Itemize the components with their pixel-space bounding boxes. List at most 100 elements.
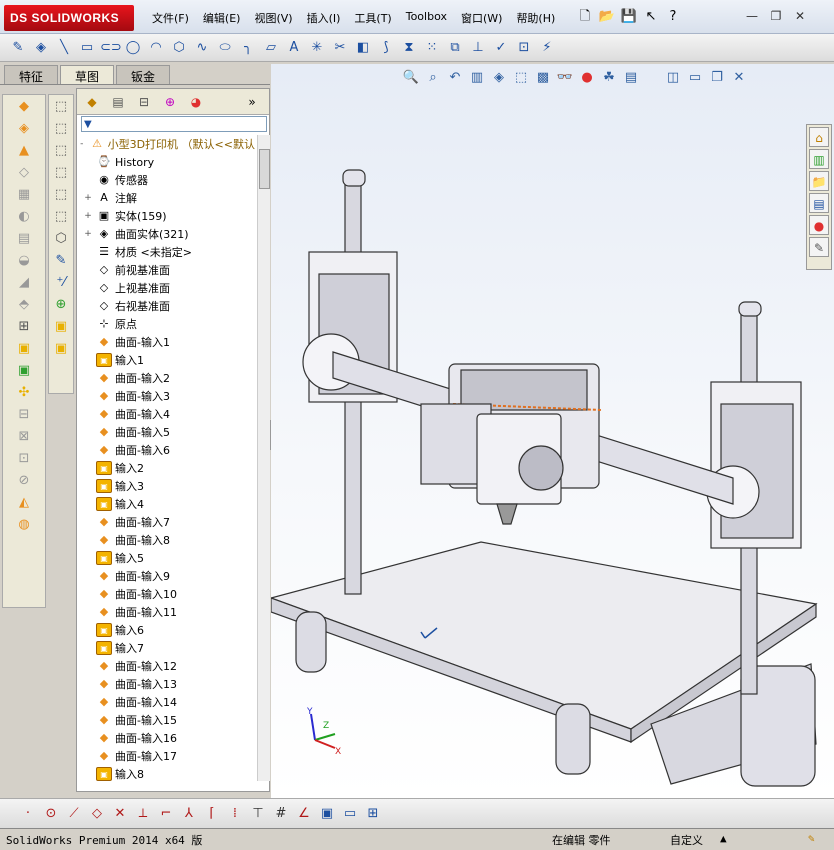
trim-surface-icon[interactable]: ▣ xyxy=(14,361,34,381)
ruled-surface-icon[interactable]: ◢ xyxy=(14,273,34,293)
smart-dimension-icon[interactable]: ◈ xyxy=(31,38,51,58)
repair-sketch-icon[interactable]: ✓ xyxy=(491,38,511,58)
tree-item[interactable]: ◇ 右视基准面 xyxy=(77,297,255,315)
tree-scrollbar[interactable] xyxy=(257,135,270,781)
centerline-icon[interactable]: ⁞ xyxy=(225,804,245,824)
cube-view-3-icon[interactable]: ⬚ xyxy=(51,141,71,161)
expand-toggle[interactable]: + xyxy=(83,193,93,203)
solidworks-logo[interactable]: DS SOLIDWORKS xyxy=(4,5,134,31)
expand-toggle[interactable]: + xyxy=(83,211,93,221)
cube-view-4-icon[interactable]: ⬚ xyxy=(51,163,71,183)
graphics-area[interactable]: 🔍 ⌕ ↶ ▥ ◈ ⬚ ▩ 👓 ● ☘ ▤ ◫ ▭ ❐ ✕ Y Z X xyxy=(271,64,834,798)
corner-rectangle-icon[interactable]: ⌈ xyxy=(202,804,222,824)
tree-item[interactable]: ◆ 曲面-输入15 xyxy=(77,711,255,729)
knit-surface-icon[interactable]: ▣ xyxy=(14,339,34,359)
slot-icon[interactable]: ⊂⊃ xyxy=(100,38,122,58)
point-icon[interactable]: ✳ xyxy=(307,38,327,58)
cube-view-2-icon[interactable]: ⬚ xyxy=(51,119,71,139)
model-canvas[interactable]: Y Z X xyxy=(271,64,834,798)
tree-item[interactable]: ◆ 曲面-输入3 xyxy=(77,387,255,405)
save-icon[interactable]: 💾 xyxy=(619,7,639,27)
tree-item[interactable]: ⊹ 原点 xyxy=(77,315,255,333)
menu-help[interactable]: 帮助(H) xyxy=(510,8,561,28)
tree-item[interactable]: + ◈ 曲面实体(321) xyxy=(77,225,255,243)
planar-surface-icon[interactable]: ▤ xyxy=(14,229,34,249)
offset-surface-icon[interactable]: ◒ xyxy=(14,251,34,271)
offset-icon[interactable]: ⟆ xyxy=(376,38,396,58)
tangent-icon[interactable]: ◇ xyxy=(87,804,107,824)
edit-sketch-icon[interactable]: ✎ xyxy=(51,251,71,271)
tree-item[interactable]: ◆ 曲面-输入9 xyxy=(77,567,255,585)
tree-item[interactable]: ◆ 曲面-输入14 xyxy=(77,693,255,711)
tree-item[interactable]: ⌚ History xyxy=(77,153,255,171)
tree-item[interactable]: ◇ 前视基准面 xyxy=(77,261,255,279)
tree-item[interactable]: ◆ 曲面-输入17 xyxy=(77,747,255,765)
rapid-sketch-icon[interactable]: ⚡ xyxy=(537,38,557,58)
cube-view-icon[interactable]: ⬚ xyxy=(51,97,71,117)
tree-item[interactable]: ▣ 输入1 xyxy=(77,351,255,369)
scrollbar-thumb[interactable] xyxy=(259,149,270,189)
perpendicular-icon[interactable]: ⟂ xyxy=(133,804,153,824)
thicken-icon[interactable]: ⊞ xyxy=(14,317,34,337)
open-icon[interactable]: 📂 xyxy=(597,7,617,27)
feature-filter-input[interactable]: ▼ xyxy=(81,116,267,132)
move-entities-icon[interactable]: ⧉ xyxy=(445,38,465,58)
units-dropdown-icon[interactable]: ▲ xyxy=(720,832,727,845)
dimxpert-tab-icon[interactable]: ⊕ xyxy=(159,92,181,112)
text-icon[interactable]: A xyxy=(284,38,304,58)
delete-face-icon[interactable]: ⊟ xyxy=(14,405,34,425)
tab-features[interactable]: 特征 xyxy=(4,65,59,84)
menu-tools[interactable]: 工具(T) xyxy=(348,8,397,28)
tree-item[interactable]: ◇ 上视基准面 xyxy=(77,279,255,297)
tree-item[interactable]: ◆ 曲面-输入5 xyxy=(77,423,255,441)
appearances-icon[interactable]: ● xyxy=(809,215,829,235)
single-view-icon[interactable]: ▭ xyxy=(340,804,360,824)
tree-item[interactable]: ◆ 曲面-输入7 xyxy=(77,513,255,531)
cube-view-7-icon[interactable]: ⬡ xyxy=(51,229,71,249)
tree-item[interactable]: ◆ 曲面-输入4 xyxy=(77,405,255,423)
swept-surface-icon[interactable]: ▲ xyxy=(14,141,34,161)
tree-item[interactable]: ▣ 输入5 xyxy=(77,549,255,567)
tree-item[interactable]: ▣ 输入3 xyxy=(77,477,255,495)
cube-view-6-icon[interactable]: ⬚ xyxy=(51,207,71,227)
sketch-icon[interactable]: ✎ xyxy=(8,38,28,58)
view-palette-icon[interactable]: ▤ xyxy=(809,193,829,213)
mirror-icon[interactable]: ⧗ xyxy=(399,38,419,58)
trim-icon[interactable]: ✂ xyxy=(330,38,350,58)
menu-toolbox[interactable]: Toolbox xyxy=(400,8,453,28)
normal-to-icon[interactable]: ▣ xyxy=(317,804,337,824)
move-face-icon[interactable]: ⊡ xyxy=(14,449,34,469)
replace-face-icon[interactable]: ⊠ xyxy=(14,427,34,447)
line-icon[interactable]: ╲ xyxy=(54,38,74,58)
resources-icon[interactable]: ⌂ xyxy=(809,127,829,147)
help-icon[interactable]: ? xyxy=(663,7,683,27)
midpoint-line-icon[interactable]: ⟋ xyxy=(64,804,84,824)
tree-item[interactable]: + ▣ 实体(159) xyxy=(77,207,255,225)
rectangle-icon[interactable]: ▭ xyxy=(77,38,97,58)
expand-tabs-icon[interactable]: » xyxy=(241,92,263,112)
menu-edit[interactable]: 编辑(E) xyxy=(197,8,247,28)
menu-file[interactable]: 文件(F) xyxy=(146,8,195,28)
circle-icon[interactable]: ◯ xyxy=(123,38,143,58)
expand-toggle[interactable]: + xyxy=(83,229,93,239)
new-icon[interactable]: 🗋 xyxy=(575,7,595,27)
menu-insert[interactable]: 插入(I) xyxy=(301,8,347,28)
copy-surface-icon[interactable]: ▣ xyxy=(51,339,71,359)
tree-item[interactable]: ◆ 曲面-输入8 xyxy=(77,531,255,549)
configuration-manager-tab-icon[interactable]: ⊟ xyxy=(133,92,155,112)
spline-icon[interactable]: ∿ xyxy=(192,38,212,58)
feature-tree-tab-icon[interactable]: ◆ xyxy=(81,92,103,112)
design-library-icon[interactable]: ▥ xyxy=(809,149,829,169)
tree-item[interactable]: ◉ 传感器 xyxy=(77,171,255,189)
plane-icon[interactable]: ▱ xyxy=(261,38,281,58)
fillet-icon[interactable]: ╮ xyxy=(238,38,258,58)
tab-sheet-metal[interactable]: 钣金 xyxy=(116,65,171,84)
tree-root[interactable]: - ⚠ 小型3D打印机 （默认<<默认 xyxy=(77,135,255,153)
arc-icon[interactable]: ◠ xyxy=(146,38,166,58)
tree-item[interactable]: ◆ 曲面-输入2 xyxy=(77,369,255,387)
intersection-icon[interactable]: ✕ xyxy=(110,804,130,824)
tab-sketch[interactable]: 草图 xyxy=(60,65,115,84)
tree-item[interactable]: ☰ 材质 <未指定> xyxy=(77,243,255,261)
angle-icon[interactable]: ∠ xyxy=(294,804,314,824)
tree-item[interactable]: ◆ 曲面-输入1 xyxy=(77,333,255,351)
